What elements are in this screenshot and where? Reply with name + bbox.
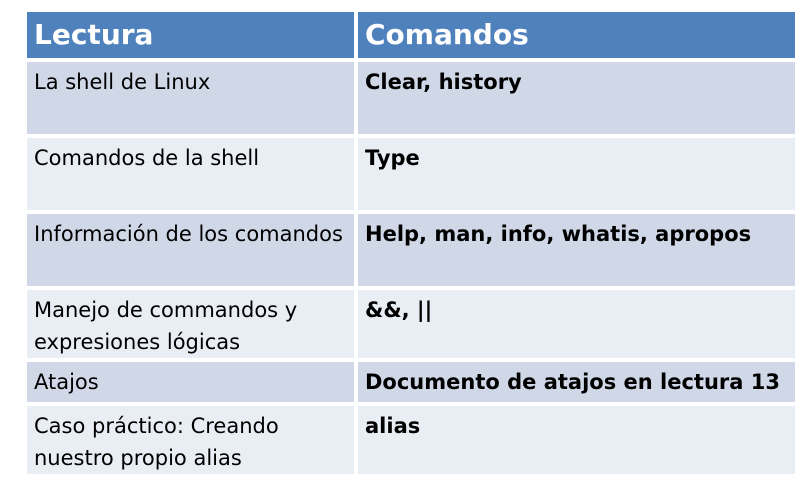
table-row: Atajos Documento de atajos en lectura 13: [27, 362, 795, 402]
lectura-cell: Caso práctico: Creando nuestro propio al…: [27, 406, 354, 474]
lecture-commands-table: Lectura Comandos La shell de Linux Clear…: [27, 12, 795, 478]
lectura-cell: Manejo de commandos y expresiones lógica…: [27, 290, 354, 358]
comandos-cell: &&, ||: [358, 290, 795, 358]
header-lectura: Lectura: [27, 12, 354, 58]
lectura-cell: La shell de Linux: [27, 62, 354, 134]
comandos-cell: alias: [358, 406, 795, 474]
table-row: La shell de Linux Clear, history: [27, 62, 795, 134]
comandos-cell: Help, man, info, whatis, apropos: [358, 214, 795, 286]
table-row: Caso práctico: Creando nuestro propio al…: [27, 406, 795, 474]
table-row: Manejo de commandos y expresiones lógica…: [27, 290, 795, 358]
lectura-cell: Comandos de la shell: [27, 138, 354, 210]
table-row: Comandos de la shell Type: [27, 138, 795, 210]
comandos-cell: Documento de atajos en lectura 13: [358, 362, 795, 402]
table-row: Información de los comandos Help, man, i…: [27, 214, 795, 286]
table-header-row: Lectura Comandos: [27, 12, 795, 58]
header-comandos: Comandos: [358, 12, 795, 58]
comandos-cell: Clear, history: [358, 62, 795, 134]
lectura-cell: Atajos: [27, 362, 354, 402]
lectura-cell: Información de los comandos: [27, 214, 354, 286]
comandos-cell: Type: [358, 138, 795, 210]
